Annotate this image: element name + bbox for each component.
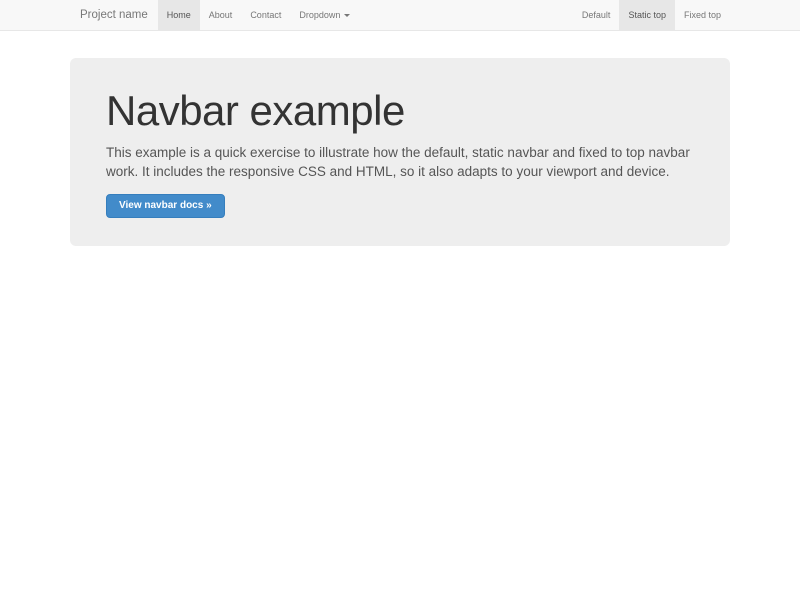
nav-item-contact[interactable]: Contact (241, 0, 290, 30)
nav-item-home[interactable]: Home (158, 0, 200, 30)
nav-item-label: Dropdown (299, 10, 340, 20)
nav-item-label: Fixed top (684, 10, 721, 20)
jumbotron-description: This example is a quick exercise to illu… (106, 143, 692, 181)
navbar-right-nav: Default Static top Fixed top (573, 0, 730, 30)
nav-item-about[interactable]: About (200, 0, 242, 30)
nav-item-label: Home (167, 10, 191, 20)
jumbotron: Navbar example This example is a quick e… (70, 58, 730, 246)
navbar-container: Project name Home About Contact Dropdown… (70, 0, 730, 30)
nav-item-label: Contact (250, 10, 281, 20)
main-content: Navbar example This example is a quick e… (70, 58, 730, 246)
caret-down-icon (344, 14, 350, 17)
nav-item-fixed-top[interactable]: Fixed top (675, 0, 730, 30)
navbar-brand[interactable]: Project name (70, 0, 158, 30)
nav-item-dropdown[interactable]: Dropdown (290, 0, 359, 30)
nav-item-label: Static top (628, 10, 666, 20)
navbar-left-nav: Home About Contact Dropdown (158, 0, 360, 30)
nav-item-static-top[interactable]: Static top (619, 0, 675, 30)
nav-item-default[interactable]: Default (573, 0, 620, 30)
nav-item-label: Default (582, 10, 611, 20)
page-title: Navbar example (106, 88, 693, 134)
navbar: Project name Home About Contact Dropdown… (0, 0, 800, 31)
nav-item-label: About (209, 10, 233, 20)
view-navbar-docs-button[interactable]: View navbar docs » (106, 194, 225, 218)
